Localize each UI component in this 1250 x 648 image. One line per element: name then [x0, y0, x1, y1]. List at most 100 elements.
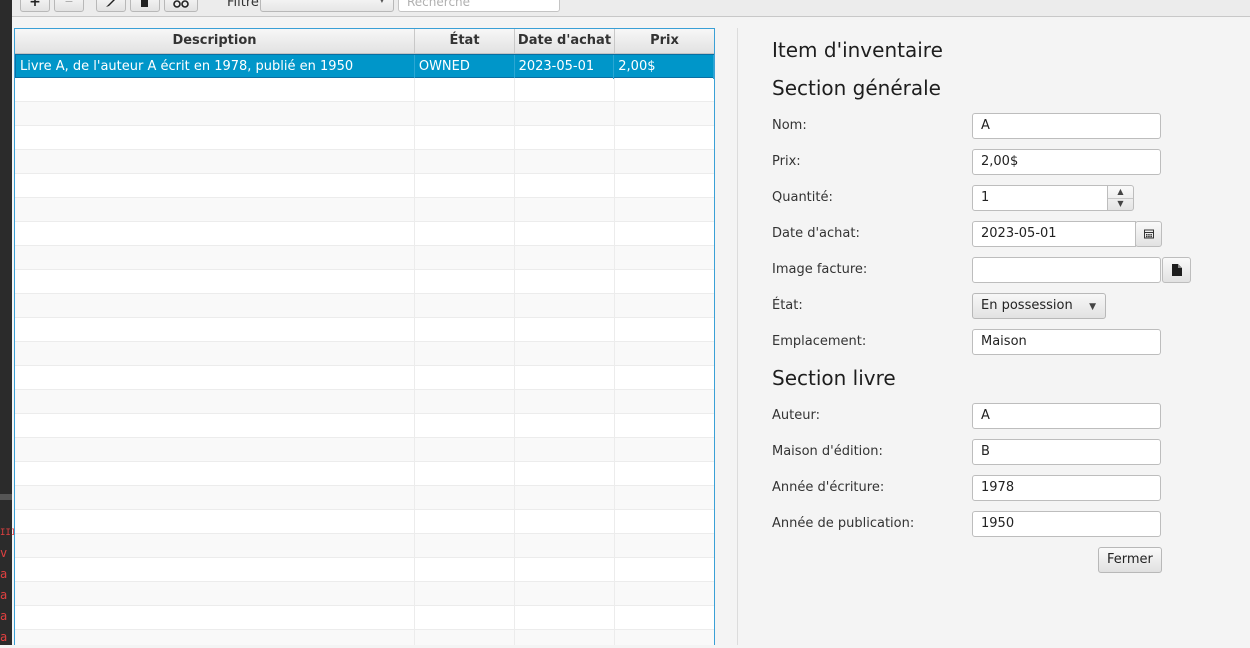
- empty-table-row: [15, 510, 714, 534]
- add-button[interactable]: +: [20, 0, 50, 12]
- general-section-title: Section générale: [772, 76, 941, 100]
- empty-cell: [415, 198, 515, 222]
- etat-dropdown[interactable]: En possession ▼: [972, 293, 1106, 319]
- date-picker-button[interactable]: [1135, 221, 1162, 247]
- empty-cell: [515, 270, 615, 294]
- empty-cell: [515, 150, 615, 174]
- empty-cell: [515, 414, 615, 438]
- empty-cell: [615, 222, 714, 246]
- empty-cell: [615, 606, 714, 630]
- empty-table-row: [15, 462, 714, 486]
- background-window-strip: III v a a a a: [0, 0, 16, 645]
- empty-cell: [415, 150, 515, 174]
- empty-cell: [615, 150, 714, 174]
- empty-cell: [515, 174, 615, 198]
- empty-cell: [515, 534, 615, 558]
- empty-cell: [15, 438, 415, 462]
- copy-button[interactable]: [130, 0, 160, 12]
- empty-cell: [15, 246, 415, 270]
- empty-cell: [615, 390, 714, 414]
- nom-field[interactable]: A: [972, 113, 1161, 139]
- edit-button[interactable]: [96, 0, 126, 12]
- empty-cell: [415, 342, 515, 366]
- empty-cell: [15, 414, 415, 438]
- quantite-spinner: ▲ ▼: [1107, 185, 1134, 211]
- browse-file-button[interactable]: [1162, 257, 1191, 283]
- ecriture-label: Année d'écriture:: [772, 480, 885, 495]
- empty-cell: [515, 246, 615, 270]
- column-header-etat[interactable]: État: [415, 29, 515, 53]
- empty-cell: [515, 558, 615, 582]
- empty-cell: [415, 78, 515, 102]
- empty-cell: [615, 558, 714, 582]
- empty-cell: [415, 534, 515, 558]
- cell-date: 2023-05-01: [515, 55, 615, 79]
- image-field[interactable]: [972, 257, 1161, 283]
- gutter-marker: [0, 494, 12, 500]
- search-binoculars-button[interactable]: [164, 0, 198, 12]
- publication-field[interactable]: 1950: [972, 511, 1161, 537]
- empty-cell: [515, 486, 615, 510]
- emplacement-field[interactable]: Maison: [972, 329, 1161, 355]
- empty-cell: [15, 606, 415, 630]
- inventory-table[interactable]: Description État Date d'achat Prix Livre…: [14, 28, 715, 645]
- empty-cell: [415, 222, 515, 246]
- remove-button[interactable]: −: [54, 0, 84, 12]
- empty-cell: [615, 78, 714, 102]
- empty-table-row: [15, 558, 714, 582]
- chevron-down-icon: ▼: [379, 0, 385, 4]
- empty-cell: [615, 126, 714, 150]
- empty-cell: [515, 462, 615, 486]
- empty-cell: [615, 414, 714, 438]
- empty-table-row: [15, 582, 714, 606]
- empty-table-row: [15, 174, 714, 198]
- filter-dropdown[interactable]: ▼: [260, 0, 394, 12]
- empty-cell: [615, 102, 714, 126]
- column-header-date[interactable]: Date d'achat: [515, 29, 615, 53]
- ecriture-field[interactable]: 1978: [972, 475, 1161, 501]
- empty-cell: [415, 390, 515, 414]
- prix-field[interactable]: 2,00$: [972, 149, 1161, 175]
- empty-cell: [15, 582, 415, 606]
- decrement-icon[interactable]: ▼: [1108, 198, 1133, 210]
- date-field[interactable]: 2023-05-01: [972, 221, 1136, 247]
- empty-table-row: [15, 318, 714, 342]
- empty-table-row: [15, 150, 714, 174]
- empty-cell: [15, 510, 415, 534]
- empty-cell: [15, 318, 415, 342]
- empty-cell: [515, 342, 615, 366]
- empty-cell: [515, 78, 615, 102]
- quantite-stepper[interactable]: 1: [972, 185, 1108, 211]
- close-button[interactable]: Fermer: [1098, 547, 1162, 573]
- book-section-title: Section livre: [772, 366, 896, 390]
- empty-cell: [15, 390, 415, 414]
- empty-cell: [615, 462, 714, 486]
- empty-cell: [515, 126, 615, 150]
- column-header-prix[interactable]: Prix: [615, 29, 714, 53]
- toolbar: + − Filtre ▼ Recherche: [12, 0, 1250, 17]
- panel-divider[interactable]: [737, 28, 738, 645]
- empty-table-row: [15, 534, 714, 558]
- date-label: Date d'achat:: [772, 226, 860, 241]
- editeur-field[interactable]: B: [972, 439, 1161, 465]
- empty-cell: [515, 510, 615, 534]
- empty-cell: [15, 630, 415, 645]
- table-row[interactable]: Livre A, de l'auteur A écrit en 1978, pu…: [15, 54, 714, 79]
- auteur-field[interactable]: A: [972, 403, 1161, 429]
- empty-cell: [515, 606, 615, 630]
- empty-table-row: [15, 414, 714, 438]
- column-header-description[interactable]: Description: [15, 29, 415, 53]
- empty-cell: [615, 270, 714, 294]
- empty-cell: [15, 462, 415, 486]
- empty-cell: [415, 486, 515, 510]
- empty-cell: [15, 174, 415, 198]
- empty-cell: [15, 198, 415, 222]
- search-input[interactable]: Recherche: [398, 0, 560, 12]
- editeur-label: Maison d'édition:: [772, 444, 883, 459]
- empty-cell: [615, 174, 714, 198]
- empty-cell: [515, 102, 615, 126]
- empty-table-row: [15, 222, 714, 246]
- etat-selected-value: En possession: [981, 298, 1073, 313]
- empty-table-row: [15, 294, 714, 318]
- empty-cell: [515, 198, 615, 222]
